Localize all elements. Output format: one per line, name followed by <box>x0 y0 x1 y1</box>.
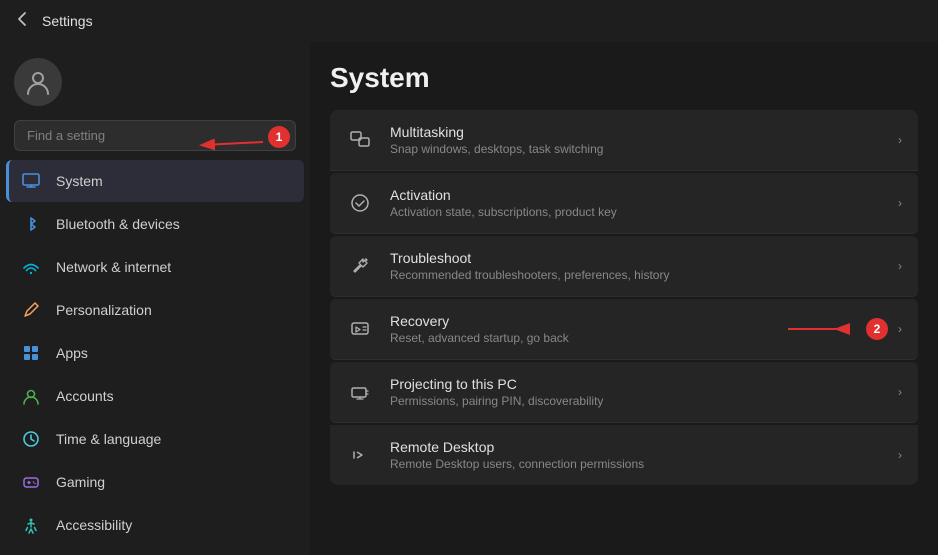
multitasking-title: Multitasking <box>390 124 882 140</box>
remote-desktop-icon <box>346 441 374 469</box>
sidebar-item-system[interactable]: System <box>6 160 304 202</box>
back-button[interactable] <box>14 11 30 32</box>
apps-icon <box>20 342 42 364</box>
setting-item-activation[interactable]: Activation Activation state, subscriptio… <box>330 173 918 234</box>
gaming-label: Gaming <box>56 474 105 490</box>
recovery-title: Recovery <box>390 313 882 329</box>
setting-item-troubleshoot[interactable]: Troubleshoot Recommended troubleshooters… <box>330 236 918 297</box>
setting-item-recovery[interactable]: Recovery Reset, advanced startup, go bac… <box>330 299 918 360</box>
multitasking-icon <box>346 126 374 154</box>
recovery-text: Recovery Reset, advanced startup, go bac… <box>390 313 882 345</box>
sidebar: 1 System <box>0 42 310 555</box>
setting-item-projecting[interactable]: Projecting to this PC Permissions, pairi… <box>330 362 918 423</box>
system-icon <box>20 170 42 192</box>
recovery-chevron: › <box>898 322 902 336</box>
time-label: Time & language <box>56 431 161 447</box>
sidebar-item-network[interactable]: Network & internet <box>6 246 304 288</box>
activation-chevron: › <box>898 196 902 210</box>
search-container: 1 <box>0 116 310 159</box>
personalization-icon <box>20 299 42 321</box>
sidebar-item-apps[interactable]: Apps <box>6 332 304 374</box>
search-input[interactable] <box>14 120 296 151</box>
accounts-icon <box>20 385 42 407</box>
sidebar-item-accounts[interactable]: Accounts <box>6 375 304 417</box>
projecting-chevron: › <box>898 385 902 399</box>
main-layout: 1 System <box>0 42 938 555</box>
system-label: System <box>56 173 103 189</box>
accessibility-icon <box>20 514 42 536</box>
recovery-icon <box>346 315 374 343</box>
apps-label: Apps <box>56 345 88 361</box>
bluetooth-icon <box>20 213 42 235</box>
content-area: System Multitasking Snap windows, deskto… <box>310 42 938 555</box>
titlebar-title: Settings <box>42 13 93 29</box>
projecting-icon <box>346 378 374 406</box>
personalization-label: Personalization <box>56 302 152 318</box>
multitasking-subtitle: Snap windows, desktops, task switching <box>390 142 882 156</box>
activation-text: Activation Activation state, subscriptio… <box>390 187 882 219</box>
sidebar-item-time[interactable]: Time & language <box>6 418 304 460</box>
activation-title: Activation <box>390 187 882 203</box>
gaming-icon <box>20 471 42 493</box>
remote-desktop-subtitle: Remote Desktop users, connection permiss… <box>390 457 882 471</box>
troubleshoot-icon <box>346 252 374 280</box>
projecting-text: Projecting to this PC Permissions, pairi… <box>390 376 882 408</box>
troubleshoot-subtitle: Recommended troubleshooters, preferences… <box>390 268 882 282</box>
multitasking-chevron: › <box>898 133 902 147</box>
setting-item-multitasking[interactable]: Multitasking Snap windows, desktops, tas… <box>330 110 918 171</box>
network-label: Network & internet <box>56 259 171 275</box>
settings-list: Multitasking Snap windows, desktops, tas… <box>330 110 918 485</box>
troubleshoot-title: Troubleshoot <box>390 250 882 266</box>
avatar-area <box>0 42 310 116</box>
avatar <box>14 58 62 106</box>
projecting-subtitle: Permissions, pairing PIN, discoverabilit… <box>390 394 882 408</box>
troubleshoot-chevron: › <box>898 259 902 273</box>
accessibility-label: Accessibility <box>56 517 132 533</box>
network-icon <box>20 256 42 278</box>
multitasking-text: Multitasking Snap windows, desktops, tas… <box>390 124 882 156</box>
sidebar-item-personalization[interactable]: Personalization <box>6 289 304 331</box>
setting-item-remote-desktop[interactable]: Remote Desktop Remote Desktop users, con… <box>330 425 918 485</box>
remote-desktop-title: Remote Desktop <box>390 439 882 455</box>
activation-icon <box>346 189 374 217</box>
titlebar: Settings <box>0 0 938 42</box>
projecting-title: Projecting to this PC <box>390 376 882 392</box>
sidebar-item-accessibility[interactable]: Accessibility <box>6 504 304 546</box>
bluetooth-label: Bluetooth & devices <box>56 216 180 232</box>
time-icon <box>20 428 42 450</box>
sidebar-item-gaming[interactable]: Gaming <box>6 461 304 503</box>
page-title: System <box>330 42 918 110</box>
sidebar-item-bluetooth[interactable]: Bluetooth & devices <box>6 203 304 245</box>
activation-subtitle: Activation state, subscriptions, product… <box>390 205 882 219</box>
troubleshoot-text: Troubleshoot Recommended troubleshooters… <box>390 250 882 282</box>
accounts-label: Accounts <box>56 388 114 404</box>
recovery-subtitle: Reset, advanced startup, go back <box>390 331 882 345</box>
remote-desktop-chevron: › <box>898 448 902 462</box>
nav-menu: System Bluetooth & devices <box>0 159 310 547</box>
remote-desktop-text: Remote Desktop Remote Desktop users, con… <box>390 439 882 471</box>
